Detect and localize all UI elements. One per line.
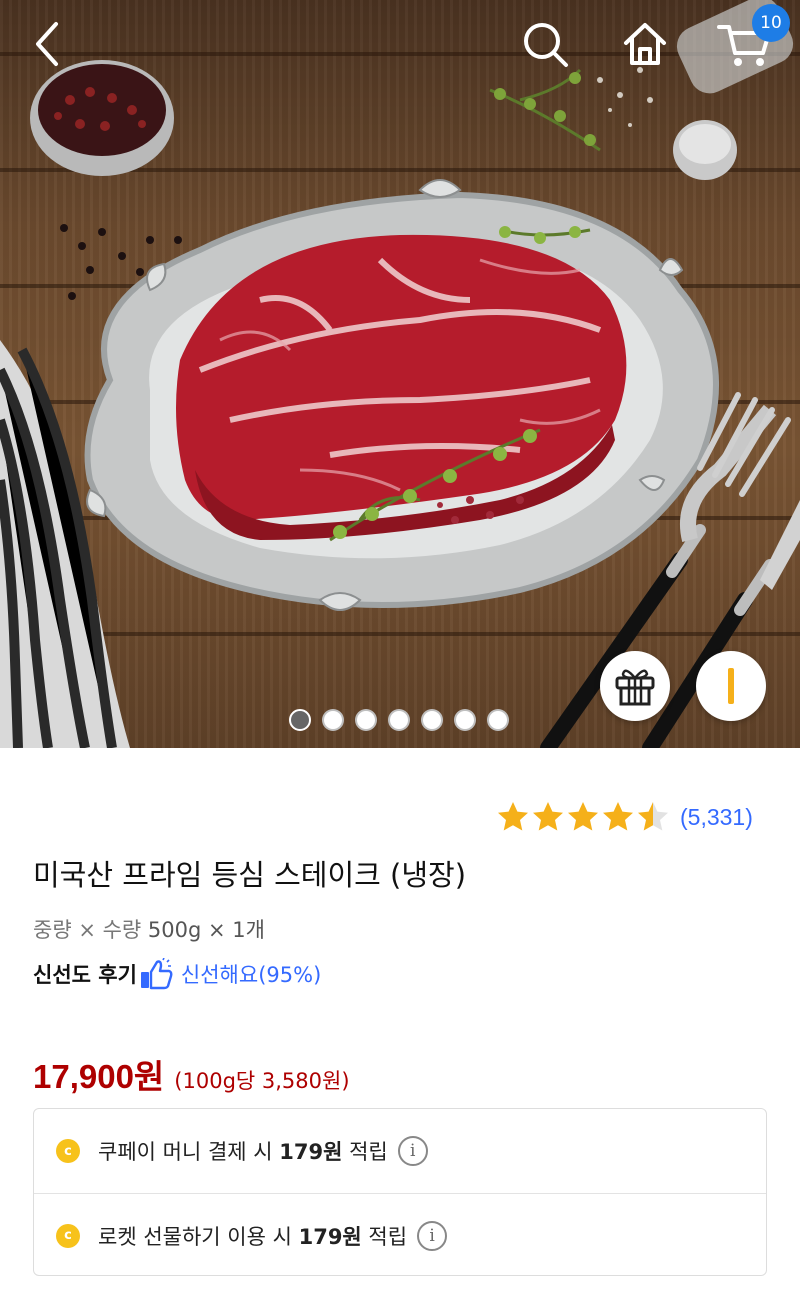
star-icon: [603, 802, 633, 831]
product-image[interactable]: 10: [0, 0, 800, 748]
cashback-benefits: c 쿠페이 머니 결제 시 179원 적립 i c 로켓 선물하기 이용 시 1…: [33, 1108, 767, 1276]
star-icon: [638, 802, 668, 831]
benefit-row-coupay: c 쿠페이 머니 결제 시 179원 적립 i: [34, 1109, 766, 1193]
info-icon[interactable]: i: [417, 1220, 448, 1251]
gift-button[interactable]: [600, 651, 670, 721]
pager-dot[interactable]: [421, 709, 443, 731]
benefit-row-gift: c 로켓 선물하기 이용 시 179원 적립 i: [34, 1193, 766, 1277]
price-area: 17,900원 (100g당 3,580원): [33, 1050, 350, 1098]
benefit-text: 쿠페이 머니 결제 시 179원 적립: [98, 1140, 388, 1164]
option-summary: 중량 × 수량 500g × 1개: [33, 914, 265, 944]
star-icon: [568, 802, 598, 831]
home-button[interactable]: [615, 14, 675, 74]
info-icon[interactable]: i: [397, 1136, 428, 1166]
gift-icon: [615, 669, 655, 706]
freshness-value: 신선해요(95%): [180, 963, 322, 987]
back-button[interactable]: [18, 14, 78, 74]
steak-photo: [0, 0, 800, 748]
unit-price: (100g당 3,580원): [174, 1069, 350, 1093]
option-value: 500g × 1개: [147, 918, 265, 942]
pager-dot[interactable]: [487, 709, 509, 731]
rating-summary[interactable]: (5,331): [496, 800, 753, 834]
freshness-review[interactable]: 신선도 후기 신선해요(95%): [33, 958, 321, 990]
coin-icon: c: [56, 1139, 80, 1163]
review-count-link[interactable]: (5,331): [680, 804, 753, 831]
cart-count-badge: 10: [752, 4, 790, 42]
search-button[interactable]: [515, 14, 575, 74]
pager-dot[interactable]: [322, 709, 344, 731]
side-menu-button[interactable]: [696, 651, 766, 721]
image-pager[interactable]: [289, 709, 509, 731]
star-icon: [533, 802, 563, 831]
chevron-left-icon: [36, 22, 58, 66]
pager-dot[interactable]: [355, 709, 377, 731]
pager-dot[interactable]: [388, 709, 410, 731]
benefit-text: 로켓 선물하기 이용 시 179원 적립: [98, 1224, 408, 1249]
freshness-label: 신선도 후기: [33, 963, 137, 987]
pager-dot[interactable]: [454, 709, 476, 731]
sale-price: 17,900원: [33, 1058, 165, 1095]
pager-dot[interactable]: [289, 709, 311, 731]
coin-icon: c: [56, 1223, 80, 1248]
search-icon: [524, 23, 568, 67]
star-rating: [496, 800, 670, 834]
bar-icon: [728, 668, 734, 704]
product-title: 미국산 프라임 등심 스테이크 (냉장): [33, 858, 467, 892]
home-icon: [624, 23, 666, 65]
option-key: 중량 × 수량: [33, 918, 142, 942]
thumbs-up-icon: [140, 958, 173, 990]
star-icon: [498, 802, 528, 831]
